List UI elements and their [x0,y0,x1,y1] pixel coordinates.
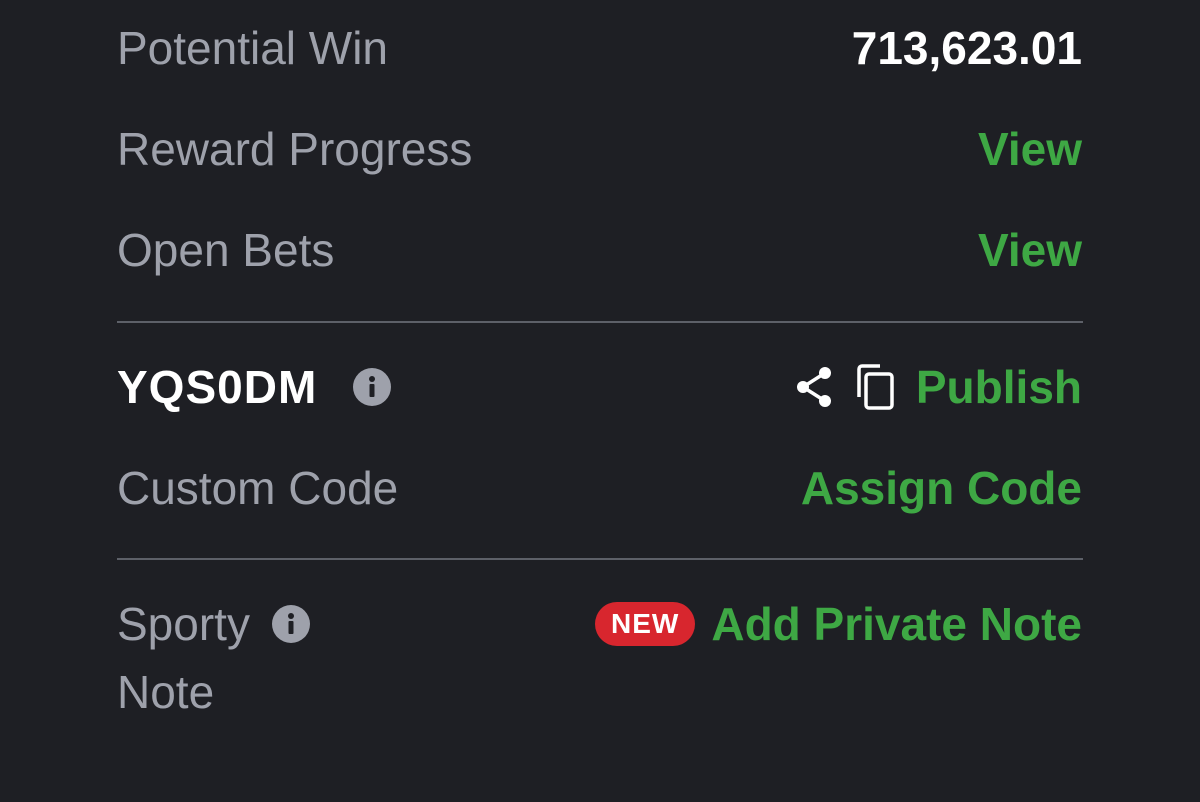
publish-link[interactable]: Publish [916,359,1082,415]
reward-progress-label: Reward Progress [117,123,473,175]
open-bets-label: Open Bets [117,224,335,276]
potential-win-label: Potential Win [117,22,389,74]
info-icon[interactable] [353,368,392,406]
divider [117,558,1083,560]
open-bets-view-link[interactable]: View [978,222,1082,278]
copy-icon[interactable] [854,363,896,411]
potential-win-row: Potential Win 713,623.01 [117,20,1082,76]
divider [117,321,1083,323]
bet-summary-panel: Potential Win 713,623.01 Reward Progress… [0,0,1200,802]
sporty-note-label-line1: Sporty [117,598,250,650]
potential-win-value: 713,623.01 [851,22,1082,74]
custom-code-label: Custom Code [117,462,399,514]
assign-code-link[interactable]: Assign Code [801,460,1082,516]
open-bets-row: Open Bets View [117,222,1082,278]
reward-progress-view-link[interactable]: View [978,121,1082,177]
sporty-note-label-line2: Note [117,666,215,718]
booking-code: YQS0DM [117,361,318,413]
add-private-note-link[interactable]: Add Private Note [711,596,1082,652]
share-icon[interactable] [794,365,834,409]
booking-code-row: YQS0DM Publish [117,359,1082,415]
custom-code-row: Custom Code Assign Code [117,460,1082,516]
info-icon[interactable] [271,605,310,643]
reward-progress-row: Reward Progress View [117,121,1082,177]
sporty-note-label: Sporty Note [117,596,377,720]
add-note-row: NEW Add Private Note [400,596,1082,652]
new-badge: NEW [595,602,696,646]
